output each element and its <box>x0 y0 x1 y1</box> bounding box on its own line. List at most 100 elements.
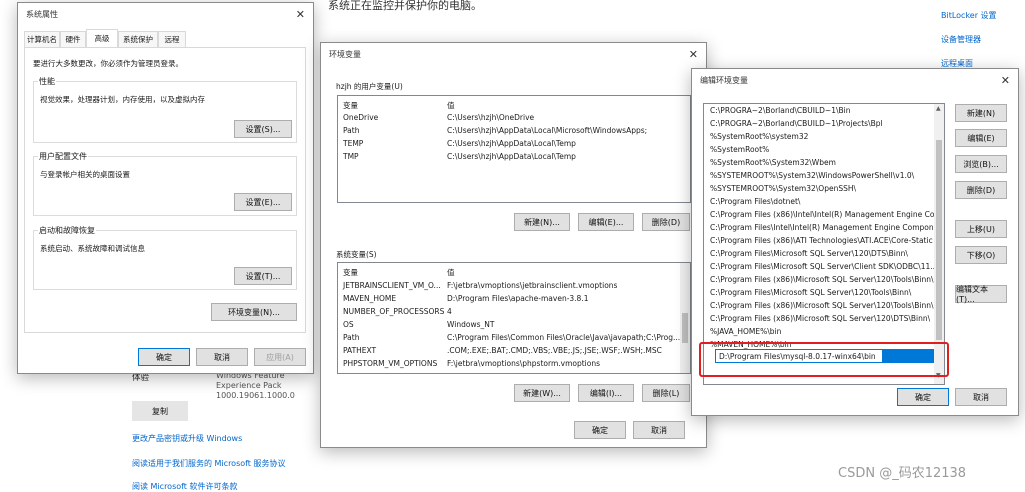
system-var-row[interactable]: PHPSTORM_VM_OPTIONS F:\jetbra\vmoptions\p… <box>338 357 690 370</box>
user-edit-button[interactable]: 编辑(E)... <box>578 213 634 231</box>
system-var-row[interactable]: MAVEN_HOME D:\Program Files\apache-maven-… <box>338 292 690 305</box>
path-entry[interactable]: %JAVA_HOME%\bin <box>704 325 944 338</box>
path-edit-text-button[interactable]: 编辑文本(T)... <box>955 285 1007 304</box>
path-entry[interactable]: %SYSTEMROOT%\System32\OpenSSH\ <box>704 182 944 195</box>
link-license-terms[interactable]: 阅读 Microsoft 软件许可条款 <box>132 481 238 492</box>
envvars-titlebar: 环境变量 ✕ <box>321 43 706 65</box>
user-var-row[interactable]: Path C:\Users\hzjh\AppData\Local\Microsof… <box>338 124 690 137</box>
tab-system-protection[interactable]: 系统保护 <box>118 31 158 47</box>
link-service-agreement[interactable]: 阅读适用于我们服务的 Microsoft 服务协议 <box>132 458 286 469</box>
performance-settings-button[interactable]: 设置(S)... <box>234 120 292 138</box>
copy-button[interactable]: 复制 <box>132 401 188 421</box>
annotation-highlight-box <box>699 342 949 377</box>
user-profile-settings-button[interactable]: 设置(E)... <box>234 193 292 211</box>
system-vars-scrollbar[interactable] <box>680 263 690 373</box>
system-var-row[interactable]: Path C:\Program Files\Common Files\Oracle… <box>338 331 690 344</box>
user-new-button[interactable]: 新建(N)... <box>514 213 570 231</box>
link-change-product-key[interactable]: 更改产品密钥或升级 Windows <box>132 433 242 444</box>
edit-environment-variable-dialog: 编辑环境变量 ✕ C:\PROGRA~2\Borland\CBUILD~1\Bi… <box>691 68 1019 416</box>
close-icon[interactable]: ✕ <box>296 8 305 21</box>
path-entry[interactable]: C:\Program Files\Microsoft SQL Server\12… <box>704 247 944 260</box>
scrollbar-thumb[interactable] <box>682 313 688 343</box>
path-entry[interactable]: C:\Program Files\Microsoft SQL Server\12… <box>704 286 944 299</box>
path-edit-button[interactable]: 编辑(E) <box>955 129 1007 147</box>
sysprops-cancel-button[interactable]: 取消 <box>196 348 248 366</box>
col-variable[interactable]: 变量 <box>343 267 358 278</box>
col-value[interactable]: 值 <box>447 100 455 111</box>
path-entry[interactable]: C:\Program Files (x86)\Intel\Intel(R) Ma… <box>704 208 944 221</box>
close-icon[interactable]: ✕ <box>1001 74 1010 87</box>
path-entry[interactable]: %SYSTEMROOT%\System32\WindowsPowerShell\… <box>704 169 944 182</box>
link-bitlocker[interactable]: BitLocker 设置 <box>941 10 997 21</box>
path-entry[interactable]: C:\Program Files\dotnet\ <box>704 195 944 208</box>
environment-variables-button[interactable]: 环境变量(N)... <box>211 303 297 321</box>
experience-value: Windows Feature Experience Pack 1000.190… <box>216 371 295 400</box>
admin-note: 要进行大多数更改，你必须作为管理员登录。 <box>33 59 183 68</box>
path-new-button[interactable]: 新建(N) <box>955 104 1007 122</box>
path-browse-button[interactable]: 浏览(B)... <box>955 155 1007 173</box>
performance-desc: 视觉效果，处理器计划，内存使用，以及虚拟内存 <box>40 95 205 104</box>
path-entry[interactable]: C:\Program Files (x86)\Microsoft SQL Ser… <box>704 299 944 312</box>
system-vars-label: 系统变量(S) <box>336 250 377 259</box>
envvars-title: 环境变量 <box>329 49 361 59</box>
col-variable[interactable]: 变量 <box>343 100 358 111</box>
system-var-row[interactable]: JETBRAINSCLIENT_VM_O... F:\jetbra\vmoptio… <box>338 279 690 292</box>
scrollbar-thumb[interactable] <box>936 140 942 340</box>
path-entry[interactable]: C:\Program Files\Intel\Intel(R) Manageme… <box>704 221 944 234</box>
system-delete-button[interactable]: 删除(L) <box>642 384 690 402</box>
user-profile-desc: 与登录帐户相关的桌面设置 <box>40 170 130 179</box>
path-entry[interactable]: C:\Program Files (x86)\Microsoft SQL Ser… <box>704 273 944 286</box>
tab-remote[interactable]: 远程 <box>158 31 186 47</box>
tab-panel: 要进行大多数更改，你必须作为管理员登录。 性能 视觉效果，处理器计划，内存使用，… <box>24 47 306 333</box>
envvars-cancel-button[interactable]: 取消 <box>633 421 685 439</box>
system-var-row[interactable]: PATHEXT .COM;.EXE;.BAT;.CMD;.VBS;.VBE;.JS… <box>338 344 690 357</box>
path-move-up-button[interactable]: 上移(U) <box>955 220 1007 238</box>
col-value[interactable]: 值 <box>447 267 455 278</box>
startup-recovery-desc: 系统启动、系统故障和调试信息 <box>40 244 145 253</box>
system-vars-header: 变量 值 <box>338 265 690 278</box>
user-vars-label: hzjh 的用户变量(U) <box>336 82 403 91</box>
path-entry[interactable]: C:\PROGRA~2\Borland\CBUILD~1\Bin <box>704 104 944 117</box>
envvars-ok-button[interactable]: 确定 <box>574 421 626 439</box>
close-icon[interactable]: ✕ <box>689 48 698 61</box>
sysprops-ok-button[interactable]: 确定 <box>138 348 190 366</box>
user-var-row[interactable]: OneDrive C:\Users\hzjh\OneDrive <box>338 111 690 124</box>
tab-computer-name[interactable]: 计算机名 <box>24 31 60 47</box>
environment-variables-dialog: 环境变量 ✕ hzjh 的用户变量(U) 变量 值 OneDrive C:\Use… <box>320 42 707 448</box>
path-entry[interactable]: C:\Program Files\Microsoft SQL Server\Cl… <box>704 260 944 273</box>
link-device-manager[interactable]: 设备管理器 <box>941 34 981 45</box>
user-vars-list[interactable]: 变量 值 OneDrive C:\Users\hzjh\OneDrive Path… <box>337 95 691 203</box>
user-var-row[interactable]: TMP C:\Users\hzjh\AppData\Local\Temp <box>338 150 690 163</box>
sysprops-titlebar: 系统属性 ✕ <box>18 3 313 25</box>
path-entry[interactable]: C:\Program Files (x86)\Microsoft SQL Ser… <box>704 312 944 325</box>
sysprops-apply-button[interactable]: 应用(A) <box>254 348 306 366</box>
performance-group: 性能 视觉效果，处理器计划，内存使用，以及虚拟内存 设置(S)... <box>33 76 297 143</box>
system-var-row[interactable]: OS Windows_NT <box>338 318 690 331</box>
startup-recovery-title: 启动和故障恢复 <box>38 225 96 236</box>
editenv-cancel-button[interactable]: 取消 <box>955 388 1007 406</box>
startup-recovery-group: 启动和故障恢复 系统启动、系统故障和调试信息 设置(T)... <box>33 225 297 290</box>
path-entry[interactable]: %SystemRoot%\System32\Wbem <box>704 156 944 169</box>
system-var-row[interactable]: NUMBER_OF_PROCESSORS 4 <box>338 305 690 318</box>
startup-recovery-settings-button[interactable]: 设置(T)... <box>234 267 292 285</box>
editenv-ok-button[interactable]: 确定 <box>897 388 949 406</box>
editenv-titlebar: 编辑环境变量 ✕ <box>692 69 1018 91</box>
sysprops-title: 系统属性 <box>26 9 58 19</box>
editenv-title: 编辑环境变量 <box>700 75 748 85</box>
user-var-row[interactable]: TEMP C:\Users\hzjh\AppData\Local\Temp <box>338 137 690 150</box>
scroll-up-icon[interactable]: ▲ <box>936 105 941 112</box>
system-vars-list[interactable]: 变量 值 JETBRAINSCLIENT_VM_O... F:\jetbra\vm… <box>337 262 691 374</box>
path-delete-button[interactable]: 删除(D) <box>955 181 1007 199</box>
system-new-button[interactable]: 新建(W)... <box>514 384 570 402</box>
tab-hardware[interactable]: 硬件 <box>60 31 86 47</box>
user-profile-group: 用户配置文件 与登录帐户相关的桌面设置 设置(E)... <box>33 151 297 216</box>
tab-advanced[interactable]: 高级 <box>86 29 118 47</box>
performance-title: 性能 <box>38 76 56 87</box>
path-move-down-button[interactable]: 下移(O) <box>955 246 1007 264</box>
path-entry[interactable]: %SystemRoot% <box>704 143 944 156</box>
system-edit-button[interactable]: 编辑(I)... <box>578 384 634 402</box>
user-delete-button[interactable]: 删除(D) <box>642 213 690 231</box>
path-entry[interactable]: C:\Program Files (x86)\ATI Technologies\… <box>704 234 944 247</box>
path-entry[interactable]: C:\PROGRA~2\Borland\CBUILD~1\Projects\Bp… <box>704 117 944 130</box>
path-entry[interactable]: %SystemRoot%\system32 <box>704 130 944 143</box>
